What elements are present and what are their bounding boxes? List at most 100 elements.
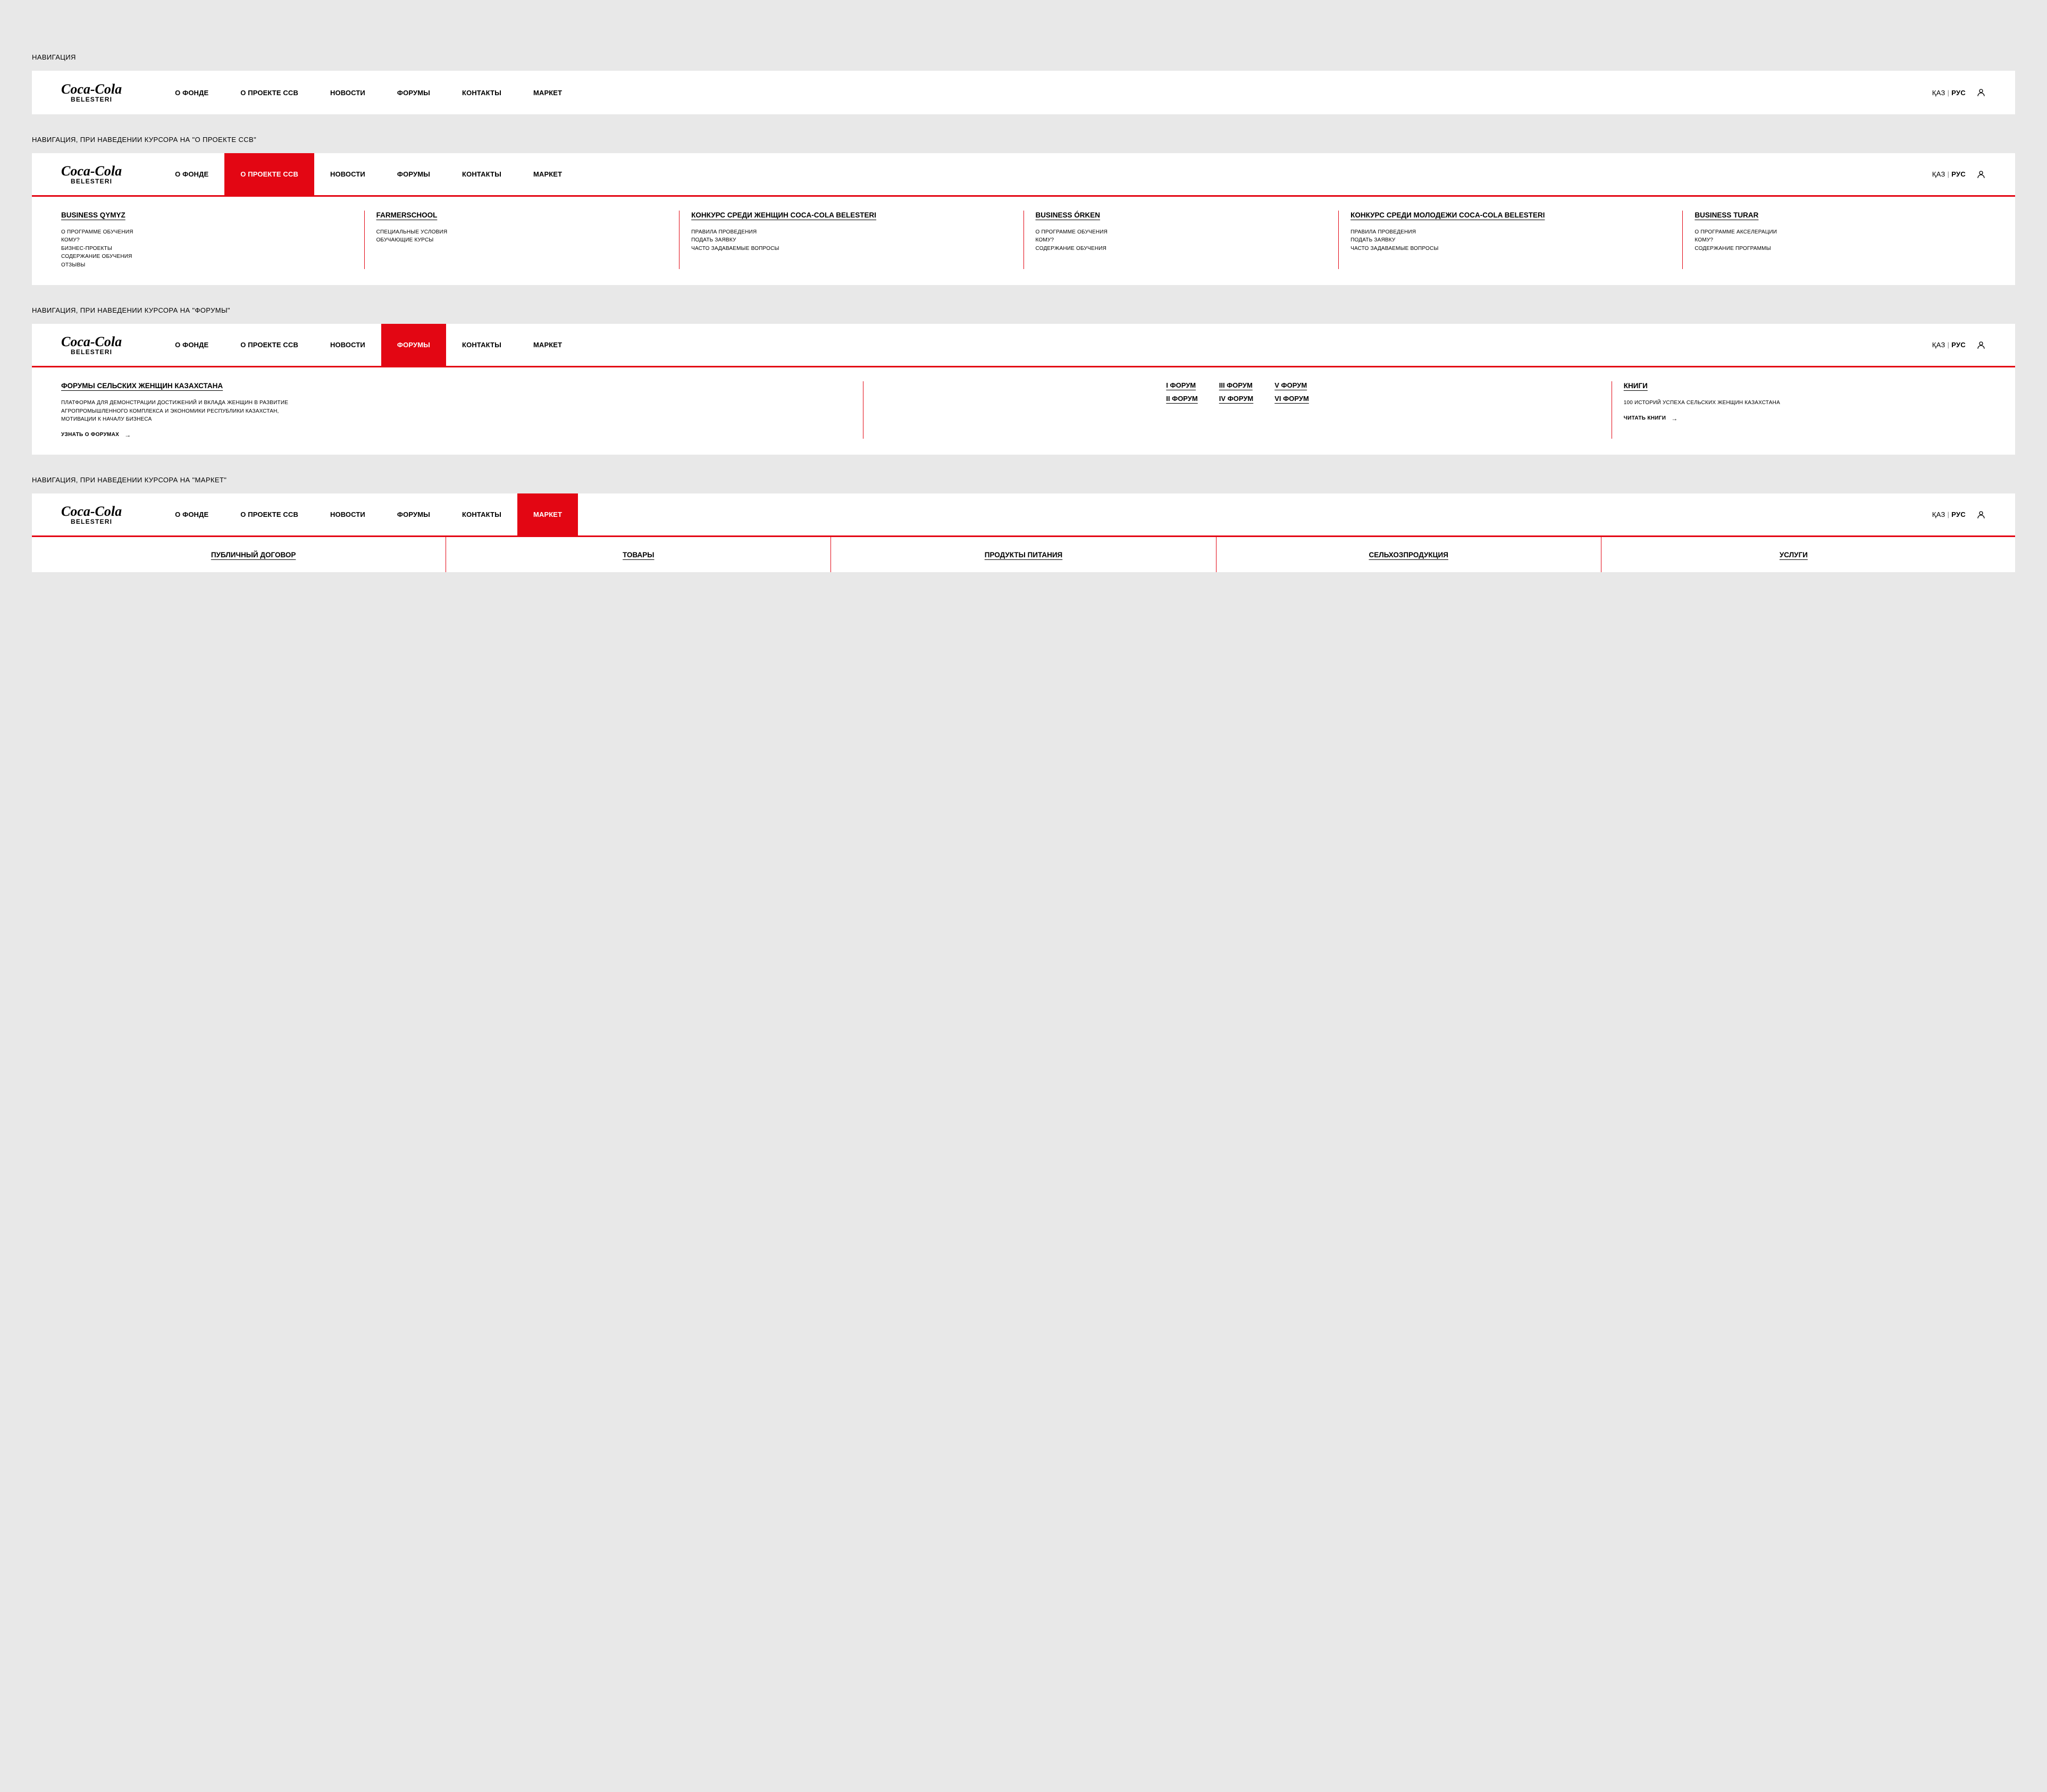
- lang-ru[interactable]: РУС: [1951, 341, 1966, 349]
- lang-kz[interactable]: ҚАЗ: [1932, 170, 1945, 178]
- col-subitem[interactable]: ПРАВИЛА ПРОВЕДЕНИЯ: [1350, 228, 1671, 237]
- menu-about-project[interactable]: О ПРОЕКТЕ CCB: [224, 153, 314, 195]
- market-item-agri[interactable]: СЕЛЬХОЗПРОДУКЦИЯ: [1217, 537, 1601, 572]
- menu-news[interactable]: НОВОСТИ: [314, 324, 381, 366]
- col-title[interactable]: BUSINESS ÓRKEN: [1036, 211, 1101, 221]
- menu-about-fund[interactable]: О ФОНДЕ: [159, 153, 224, 195]
- menu-news[interactable]: НОВОСТИ: [314, 153, 381, 195]
- menu-market[interactable]: МАРКЕТ: [517, 71, 578, 114]
- col-subitem[interactable]: ЧАСТО ЗАДАВАЕМЫЕ ВОПРОСЫ: [691, 245, 1011, 253]
- col-title[interactable]: FARMERSCHOOL: [376, 211, 438, 221]
- market-item-contract[interactable]: ПУБЛИЧНЫЙ ДОГОВОР: [61, 537, 446, 572]
- col-subitem[interactable]: СОДЕРЖАНИЕ ОБУЧЕНИЯ: [61, 253, 353, 261]
- menu-about-project[interactable]: О ПРОЕКТЕ CCB: [224, 324, 314, 366]
- col-subitem[interactable]: ОТЗЫВЫ: [61, 261, 353, 270]
- menu-forums[interactable]: ФОРУМЫ: [381, 71, 446, 114]
- col-title[interactable]: КОНКУРС СРЕДИ МОЛОДЕЖИ COCA-COLA BELESTE…: [1350, 211, 1545, 221]
- user-icon[interactable]: [1976, 510, 1986, 520]
- logo-script: Coca-Cola: [61, 164, 122, 178]
- menu-about-fund[interactable]: О ФОНДЕ: [159, 71, 224, 114]
- col-subitem[interactable]: О ПРОГРАММЕ АКСЕЛЕРАЦИИ: [1694, 228, 1986, 237]
- language-switch[interactable]: ҚАЗ|РУС: [1932, 341, 1966, 349]
- menu-market[interactable]: МАРКЕТ: [517, 324, 578, 366]
- col-subitem[interactable]: КОМУ?: [1694, 236, 1986, 245]
- navbar-project: Coca-Cola BELESTERI О ФОНДЕ О ПРОЕКТЕ CC…: [32, 153, 2015, 197]
- logo-sub: BELESTERI: [71, 518, 112, 525]
- user-icon[interactable]: [1976, 340, 1986, 350]
- menu-forums[interactable]: ФОРУМЫ: [381, 493, 446, 535]
- language-switch[interactable]: ҚАЗ|РУС: [1932, 89, 1966, 97]
- books-more-link[interactable]: ЧИТАТЬ КНИГИ →: [1624, 415, 1678, 422]
- logo-sub: BELESTERI: [71, 96, 112, 103]
- col-subitem[interactable]: КОМУ?: [1036, 236, 1327, 245]
- col-subitem[interactable]: ЧАСТО ЗАДАВАЕМЫЕ ВОПРОСЫ: [1350, 245, 1671, 253]
- project-col-women: КОНКУРС СРЕДИ ЖЕНЩИН COCA-COLA BELESTERI…: [679, 211, 1023, 269]
- col-subitem[interactable]: СОДЕРЖАНИЕ ПРОГРАММЫ: [1694, 245, 1986, 253]
- language-switch[interactable]: ҚАЗ|РУС: [1932, 170, 1966, 178]
- forums-title[interactable]: ФОРУМЫ СЕЛЬСКИХ ЖЕНЩИН КАЗАХСТАНА: [61, 381, 223, 391]
- col-subitem[interactable]: ОБУЧАЮЩИЕ КУРСЫ: [376, 236, 668, 245]
- market-item-services[interactable]: УСЛУГИ: [1601, 537, 1986, 572]
- menu-contacts[interactable]: КОНТАКТЫ: [446, 153, 517, 195]
- forum-link[interactable]: II ФОРУМ: [1166, 395, 1197, 403]
- lang-separator: |: [1948, 170, 1950, 178]
- menu-contacts[interactable]: КОНТАКТЫ: [446, 493, 517, 535]
- logo-sub: BELESTERI: [71, 178, 112, 185]
- lang-ru[interactable]: РУС: [1951, 510, 1966, 518]
- logo[interactable]: Coca-Cola BELESTERI: [61, 324, 122, 366]
- user-icon[interactable]: [1976, 88, 1986, 97]
- lang-ru[interactable]: РУС: [1951, 89, 1966, 97]
- lang-kz[interactable]: ҚАЗ: [1932, 510, 1945, 518]
- forum-link[interactable]: VI ФОРУМ: [1274, 395, 1309, 403]
- col-subitem[interactable]: ПОДАТЬ ЗАЯВКУ: [691, 236, 1011, 245]
- forum-link[interactable]: I ФОРУМ: [1166, 381, 1197, 389]
- forum-link[interactable]: III ФОРУМ: [1219, 381, 1254, 389]
- menu-about-fund[interactable]: О ФОНДЕ: [159, 493, 224, 535]
- col-subitem[interactable]: БИЗНЕС-ПРОЕКТЫ: [61, 245, 353, 253]
- lang-ru[interactable]: РУС: [1951, 170, 1966, 178]
- menu-about-project[interactable]: О ПРОЕКТЕ CCB: [224, 71, 314, 114]
- section-label-forums: НАВИГАЦИЯ, ПРИ НАВЕДЕНИИ КУРСОРА НА "ФОР…: [32, 306, 2015, 314]
- forums-more-link[interactable]: УЗНАТЬ О ФОРУМАХ →: [61, 431, 131, 439]
- forums-col-books: КНИГИ 100 ИСТОРИЙ УСПЕХА СЕЛЬСКИХ ЖЕНЩИН…: [1612, 381, 1986, 439]
- col-subitem[interactable]: О ПРОГРАММЕ ОБУЧЕНИЯ: [61, 228, 353, 237]
- menu-forums[interactable]: ФОРУМЫ: [381, 324, 446, 366]
- language-switch[interactable]: ҚАЗ|РУС: [1932, 510, 1966, 518]
- lang-kz[interactable]: ҚАЗ: [1932, 89, 1945, 97]
- menu-contacts[interactable]: КОНТАКТЫ: [446, 71, 517, 114]
- market-dropdown-panel: ПУБЛИЧНЫЙ ДОГОВОР ТОВАРЫ ПРОДУКТЫ ПИТАНИ…: [32, 537, 2015, 572]
- col-title[interactable]: КОНКУРС СРЕДИ ЖЕНЩИН COCA-COLA BELESTERI: [691, 211, 876, 221]
- forum-link[interactable]: IV ФОРУМ: [1219, 395, 1254, 403]
- col-subitem[interactable]: СПЕЦИАЛЬНЫЕ УСЛОВИЯ: [376, 228, 668, 237]
- logo[interactable]: Coca-Cola BELESTERI: [61, 71, 122, 114]
- menu-contacts[interactable]: КОНТАКТЫ: [446, 324, 517, 366]
- col-subitem[interactable]: СОДЕРЖАНИЕ ОБУЧЕНИЯ: [1036, 245, 1327, 253]
- col-subitem[interactable]: ПРАВИЛА ПРОВЕДЕНИЯ: [691, 228, 1011, 237]
- logo-script: Coca-Cola: [61, 505, 122, 518]
- main-menu: О ФОНДЕ О ПРОЕКТЕ CCB НОВОСТИ ФОРУМЫ КОН…: [159, 493, 1932, 535]
- navbar-right: ҚАЗ|РУС: [1932, 493, 2015, 535]
- main-menu: О ФОНДЕ О ПРОЕКТЕ CCB НОВОСТИ ФОРУМЫ КОН…: [159, 324, 1932, 366]
- logo-script: Coca-Cola: [61, 82, 122, 96]
- menu-news[interactable]: НОВОСТИ: [314, 493, 381, 535]
- menu-about-project[interactable]: О ПРОЕКТЕ CCB: [224, 493, 314, 535]
- menu-news[interactable]: НОВОСТИ: [314, 71, 381, 114]
- market-item-food[interactable]: ПРОДУКТЫ ПИТАНИЯ: [831, 537, 1216, 572]
- menu-forums[interactable]: ФОРУМЫ: [381, 153, 446, 195]
- books-title[interactable]: КНИГИ: [1624, 381, 1648, 391]
- logo[interactable]: Coca-Cola BELESTERI: [61, 493, 122, 535]
- logo[interactable]: Coca-Cola BELESTERI: [61, 153, 122, 195]
- menu-about-fund[interactable]: О ФОНДЕ: [159, 324, 224, 366]
- col-subitem[interactable]: КОМУ?: [61, 236, 353, 245]
- menu-market[interactable]: МАРКЕТ: [517, 153, 578, 195]
- col-subitem[interactable]: ПОДАТЬ ЗАЯВКУ: [1350, 236, 1671, 245]
- market-item-goods[interactable]: ТОВАРЫ: [446, 537, 831, 572]
- menu-market[interactable]: МАРКЕТ: [517, 493, 578, 535]
- forum-link[interactable]: V ФОРУМ: [1274, 381, 1309, 389]
- lang-kz[interactable]: ҚАЗ: [1932, 341, 1945, 349]
- col-title[interactable]: BUSINESS QYMYZ: [61, 211, 125, 221]
- col-subitem[interactable]: О ПРОГРАММЕ ОБУЧЕНИЯ: [1036, 228, 1327, 237]
- lang-separator: |: [1948, 89, 1950, 97]
- user-icon[interactable]: [1976, 170, 1986, 179]
- col-title[interactable]: BUSINESS TURAR: [1694, 211, 1758, 221]
